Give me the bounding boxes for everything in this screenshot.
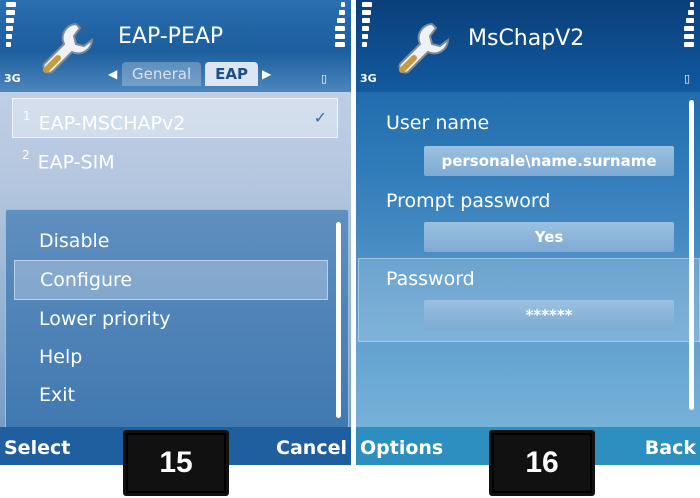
options-menu: Disable Configure Lower priority Help Ex… — [5, 209, 349, 435]
cancel-softkey[interactable]: Cancel — [276, 437, 347, 459]
eap-method-list: 1 EAP-MSCHAPv2 ✓ 2 EAP-SIM — [12, 98, 338, 176]
prompt-password-label: Prompt password — [386, 190, 551, 212]
menu-item-configure[interactable]: Configure — [14, 260, 328, 300]
tab-right-arrow-icon[interactable]: ▶ — [262, 67, 276, 81]
status-header: 3G MsChapV2 ▯ — [356, 0, 700, 92]
tab-eap[interactable]: EAP — [205, 62, 258, 86]
priority-number: 2 — [22, 148, 30, 162]
page-title: EAP-PEAP — [118, 24, 224, 49]
step-label-15: 15 — [123, 430, 229, 496]
lock-icon: ▯ — [320, 72, 327, 85]
prompt-password-field[interactable]: Yes — [424, 222, 674, 252]
user-name-field[interactable]: personale\name.surname — [424, 146, 674, 176]
method-label: EAP-MSCHAPv2 — [38, 112, 186, 135]
battery-icon — [335, 2, 345, 50]
wrench-settings-icon — [398, 22, 450, 74]
tab-bar: ◀ General EAP ▶ — [108, 62, 276, 86]
menu-item-exit[interactable]: Exit — [14, 376, 328, 414]
menu-item-disable[interactable]: Disable — [14, 222, 328, 260]
phone-screen-mschapv2: 3G MsChapV2 ▯ User name personale\name.s… — [356, 0, 700, 465]
scrollbar[interactable] — [336, 222, 341, 418]
method-label: EAP-SIM — [37, 151, 115, 174]
wrench-settings-icon — [42, 22, 94, 74]
select-softkey[interactable]: Select — [4, 437, 70, 459]
page-title: MsChapV2 — [468, 26, 585, 51]
network-indicator: 3G — [360, 72, 377, 85]
tab-general[interactable]: General — [122, 62, 202, 86]
lock-icon: ▯ — [683, 72, 690, 85]
user-name-label: User name — [386, 112, 490, 134]
network-indicator: 3G — [4, 72, 21, 85]
password-label: Password — [386, 268, 475, 290]
signal-icon — [6, 2, 16, 50]
menu-item-help[interactable]: Help — [14, 338, 328, 376]
signal-icon — [362, 2, 372, 50]
status-header: 3G EAP-PEAP ◀ General EAP ▶ ▯ — [0, 0, 351, 92]
list-item[interactable]: 2 EAP-SIM — [12, 138, 338, 176]
battery-icon — [684, 2, 694, 50]
tab-left-arrow-icon[interactable]: ◀ — [108, 67, 122, 81]
list-item[interactable]: 1 EAP-MSCHAPv2 ✓ — [12, 98, 338, 138]
step-label-16: 16 — [489, 430, 595, 496]
back-softkey[interactable]: Back — [645, 437, 696, 459]
options-softkey[interactable]: Options — [360, 437, 443, 459]
priority-number: 1 — [23, 109, 31, 123]
menu-item-lower-priority[interactable]: Lower priority — [14, 300, 328, 338]
scrollbar[interactable] — [689, 100, 694, 410]
phone-screen-eap-peap: 3G EAP-PEAP ◀ General EAP ▶ ▯ 1 EAP-MSCHA… — [0, 0, 351, 465]
password-field[interactable]: ****** — [424, 300, 674, 330]
checkmark-icon: ✓ — [313, 108, 327, 127]
